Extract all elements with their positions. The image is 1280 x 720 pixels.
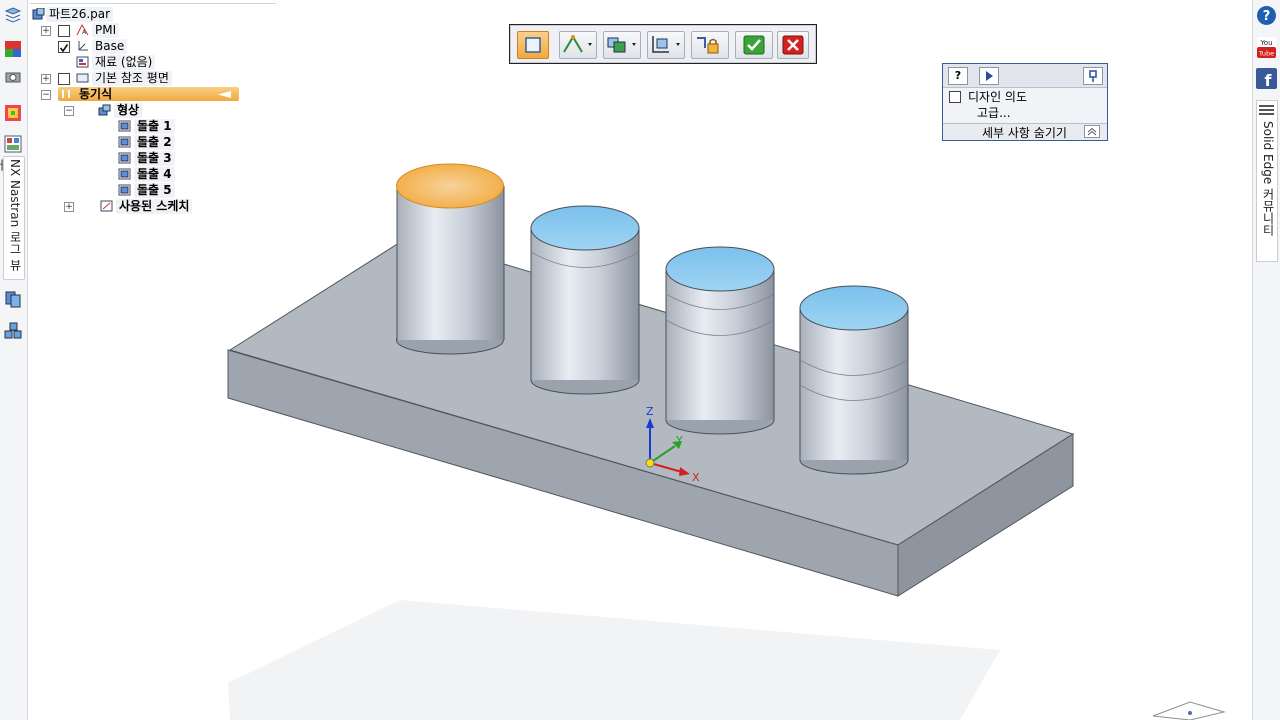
features-label: 형상 <box>114 103 143 118</box>
expand-toggle[interactable]: + <box>41 74 51 84</box>
panel-help-button[interactable]: ? <box>948 67 968 85</box>
features-icon <box>98 104 111 116</box>
lock-constraints-button[interactable] <box>691 31 729 59</box>
extrude-1-label: 돌출 1 <box>134 119 175 134</box>
select-face-button[interactable] <box>517 31 549 59</box>
ground-shadow <box>228 600 1000 720</box>
advanced-link[interactable]: 고급... <box>977 104 1011 121</box>
cylinder-2-top-face[interactable] <box>530 205 640 251</box>
path-finder-tree: 파트26.par + A PMI Base 재료 (없음) + 기본 참조 평면… <box>30 4 280 224</box>
selection-mode-icon <box>563 35 592 53</box>
design-intent-label: 디자인 의도 <box>968 90 1028 104</box>
pmi-label: PMI <box>92 23 120 38</box>
play-icon <box>986 71 993 81</box>
hide-details-label: 세부 사항 숨기기 <box>982 126 1067 140</box>
select-face-icon <box>525 37 541 53</box>
pmi-checkbox[interactable] <box>58 25 70 37</box>
ref-planes-label: 기본 참조 평면 <box>92 71 172 86</box>
command-bar <box>509 24 817 64</box>
cancel-icon <box>782 35 804 55</box>
collapse-toggle[interactable]: − <box>64 106 74 116</box>
part-file-icon <box>32 8 45 20</box>
extrude-icon <box>118 168 131 180</box>
extrude-4-label: 돌출 4 <box>134 167 175 182</box>
extrude-icon <box>118 152 131 164</box>
design-intent-checkbox[interactable] <box>949 91 961 103</box>
x-axis-label: X <box>692 471 700 484</box>
used-sketches-label: 사용된 스케치 <box>116 199 193 214</box>
base-label: Base <box>92 39 128 54</box>
ref-planes-checkbox[interactable] <box>58 73 70 85</box>
collapse-toggle[interactable]: − <box>41 90 51 100</box>
sync-label: 동기식 <box>79 87 113 101</box>
pin-icon <box>1089 70 1097 82</box>
view-cube[interactable] <box>1152 701 1226 720</box>
z-axis-label: Z <box>646 405 654 418</box>
extrude-2-label: 돌출 2 <box>134 135 175 150</box>
cylinder-4[interactable] <box>799 285 909 475</box>
ref-plane-icon <box>76 73 89 83</box>
cancel-button[interactable] <box>777 31 809 59</box>
dimension-options-button[interactable] <box>647 31 685 59</box>
extrude-3-label: 돌출 3 <box>134 151 175 166</box>
base-coord-icon <box>78 41 88 51</box>
base-checkbox[interactable] <box>58 41 70 53</box>
collapse-up-icon <box>1084 125 1100 138</box>
selection-mode-button[interactable] <box>559 31 597 59</box>
extrude-icon <box>118 184 131 196</box>
lock-icon <box>697 37 719 54</box>
extrude-icon <box>118 136 131 148</box>
cylinder-1[interactable] <box>396 163 505 355</box>
expand-toggle[interactable]: + <box>64 202 74 212</box>
tree-root-label: 파트26.par <box>46 7 114 22</box>
dimension-options-icon <box>652 36 680 53</box>
extrude-5-label: 돌출 5 <box>134 183 175 198</box>
sync-icon <box>62 90 70 98</box>
material-label: 재료 (없음) <box>92 55 156 70</box>
cylinder-3-top-face[interactable] <box>665 246 775 292</box>
question-icon: ? <box>954 69 962 82</box>
accept-icon <box>743 35 765 55</box>
sync-arrow-icon <box>218 91 231 98</box>
panel-play-button[interactable] <box>979 67 999 85</box>
accept-button[interactable] <box>735 31 773 59</box>
hide-details-bar[interactable]: 세부 사항 숨기기 <box>943 123 1107 140</box>
design-intent-panel: ? 디자인 의도 고급... 세부 사항 숨기기 <box>942 63 1108 141</box>
y-axis-label: Y <box>675 434 683 447</box>
pmi-icon: A <box>76 24 89 36</box>
panel-pin-button[interactable] <box>1083 67 1103 85</box>
face-relate-icon <box>607 37 636 53</box>
material-icon <box>76 56 89 68</box>
cylinder-4-top-face[interactable] <box>799 285 909 331</box>
sketch-icon <box>100 200 113 212</box>
face-relate-button[interactable] <box>603 31 641 59</box>
cylinder-3[interactable] <box>665 246 775 435</box>
cylinder-1-top-face[interactable] <box>396 163 504 209</box>
expand-toggle[interactable]: + <box>41 26 51 36</box>
extrude-icon <box>118 120 131 132</box>
cylinder-2[interactable] <box>530 205 640 395</box>
